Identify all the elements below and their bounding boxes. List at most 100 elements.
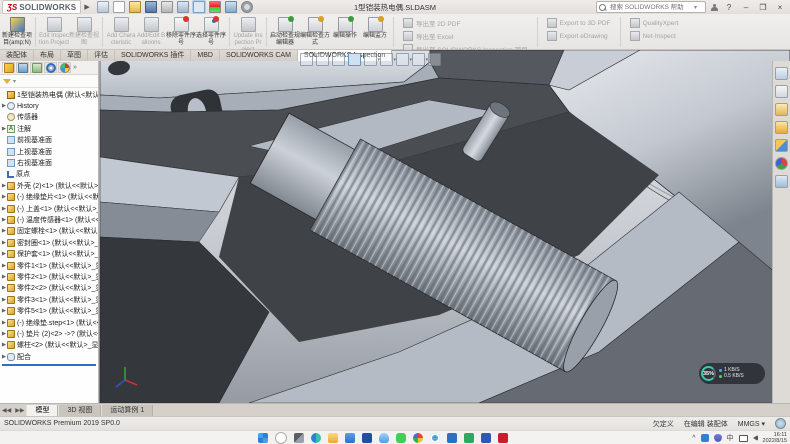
tree-item[interactable]: ▶外壳 (2)<1> (默认<<默认>_显示状 (0, 180, 98, 191)
tree-root[interactable]: 1型铠装热电偶 (默认<默认_显示状态-1 (0, 89, 98, 100)
tree-item[interactable]: 右视基准面 (0, 157, 98, 168)
solidworks-taskbar-icon[interactable] (498, 433, 508, 443)
zoom-fit-icon[interactable] (300, 53, 313, 66)
tree-item-mates[interactable]: ▶配合 (0, 351, 98, 362)
tree-item[interactable]: 传感器 (0, 112, 98, 123)
tree-item[interactable]: ▶密封圈<1> (默认<<默认>_显示状 (0, 237, 98, 248)
edit-appearance-icon[interactable]: ▾ (412, 53, 425, 66)
home-tab-icon[interactable] (775, 67, 788, 80)
help-button[interactable]: ? (723, 3, 735, 12)
menu-flyout-arrow-icon[interactable]: ▶ (84, 3, 89, 11)
launch-inspection-editor-button[interactable]: 启动检查规编辑器 (270, 15, 300, 49)
search-box[interactable]: ▾ (596, 1, 706, 13)
display-style-icon[interactable]: ▾ (380, 53, 393, 66)
edit-monitor-button[interactable]: 编辑监方 (360, 15, 390, 49)
solidworks-resources-icon[interactable] (775, 85, 788, 98)
close-button[interactable]: × (774, 3, 786, 12)
hide-show-items-icon[interactable]: ▾ (396, 53, 409, 66)
units-selector[interactable]: MMGS ▾ (738, 420, 765, 428)
word-icon[interactable] (481, 433, 491, 443)
tree-item[interactable]: ▶螺柱<2> (默认<<默认>_显示状态 (0, 340, 98, 351)
docs-app-icon[interactable] (447, 433, 457, 443)
tab-solidworks-cam[interactable]: SOLIDWORKS CAM (220, 50, 298, 61)
tree-item[interactable]: ▶固定螺栓<1> (默认<<默认>_显示 (0, 226, 98, 237)
view-orientation-icon[interactable]: ▾ (364, 53, 377, 66)
tree-item[interactable]: ▶(-) 垫片 (2)<2> ->? (默认<<默认> (0, 328, 98, 339)
section-view-icon[interactable] (348, 53, 361, 66)
tree-filter-row[interactable]: ▾ (0, 75, 98, 88)
chrome-icon[interactable] (430, 433, 440, 443)
tree-item[interactable]: ▶History (0, 100, 98, 111)
tree-item[interactable]: ▶零件1<1> (默认<<默认>_显示状态 (0, 260, 98, 271)
custom-properties-icon[interactable] (775, 175, 788, 188)
tab-evaluate[interactable]: 评估 (88, 50, 115, 61)
tree-item[interactable]: 原点 (0, 169, 98, 180)
tree-item[interactable]: ▶零件2<1> (默认<<默认>_显示状态 (0, 271, 98, 282)
tree-item[interactable]: ▶(-) 上盖<1> (默认<<默认>_显示状 (0, 203, 98, 214)
file-properties-icon[interactable] (225, 1, 237, 13)
tree-item[interactable]: ▶A注解 (0, 123, 98, 134)
rebuild-icon[interactable] (209, 1, 221, 13)
tab-propertymanager[interactable] (16, 62, 29, 73)
ime-indicator[interactable]: 中 (727, 433, 734, 443)
tab-assembly[interactable]: 装配体 (0, 50, 34, 61)
volume-icon[interactable] (753, 435, 758, 441)
overlay-status-badge[interactable]: 35% 1 KB/S 0.5 KB/S (699, 363, 765, 384)
start-icon[interactable] (258, 433, 268, 443)
file-explorer-icon[interactable] (775, 121, 788, 134)
status-globe-icon[interactable] (775, 418, 786, 429)
edge-icon[interactable] (311, 433, 321, 443)
edit-operation-button[interactable]: 编辑操作 (330, 15, 360, 49)
store-icon[interactable] (362, 433, 372, 443)
taskbar-clock[interactable]: 16:11 2022/8/15 (763, 432, 787, 444)
view-settings-icon[interactable]: ▾ (428, 53, 441, 66)
security-shield-icon[interactable] (714, 434, 722, 442)
tab-layout[interactable]: 布局 (34, 50, 61, 61)
tree-item[interactable]: 上视基准面 (0, 146, 98, 157)
task-view-icon[interactable] (294, 433, 304, 443)
filter-dropdown-icon[interactable]: ▾ (13, 78, 16, 85)
previous-view-icon[interactable] (332, 53, 345, 66)
appearances-icon[interactable] (775, 157, 788, 170)
mail-icon[interactable] (345, 433, 355, 443)
monitor-icon[interactable] (739, 435, 748, 442)
tree-item[interactable]: ▶零件5<1> (默认<<默认>_显示状态 (0, 305, 98, 316)
save-icon[interactable] (145, 1, 157, 13)
restore-button[interactable]: ❐ (757, 3, 769, 12)
onedrive-tray-icon[interactable] (701, 434, 709, 442)
search-input[interactable] (608, 3, 692, 12)
tab-sketch[interactable]: 草图 (61, 50, 88, 61)
undo-icon[interactable] (177, 1, 189, 13)
zoom-area-icon[interactable] (316, 53, 329, 66)
tree-item[interactable]: ▶保护套<1> (默认<<默认>_显示状 (0, 248, 98, 259)
search-dropdown-icon[interactable]: ▾ (694, 4, 697, 11)
new-document-icon[interactable] (113, 1, 125, 13)
tab-displaymanager[interactable] (58, 62, 71, 73)
notes-app-icon[interactable] (464, 433, 474, 443)
taskbar-search-icon[interactable] (275, 432, 287, 444)
select-icon[interactable] (193, 1, 205, 13)
options-icon[interactable] (241, 1, 253, 13)
tab-configurationmanager[interactable] (30, 62, 43, 73)
open-icon[interactable] (129, 1, 141, 13)
more-tabs-icon[interactable]: » (73, 64, 77, 71)
tree-item[interactable]: ▶(-) 绝缘垫.step<1> (默认<<默认> (0, 317, 98, 328)
wechat-icon[interactable] (396, 433, 406, 443)
tab-featuremanager[interactable] (2, 62, 15, 73)
hidden-icons-chevron[interactable]: ^ (692, 435, 695, 442)
photos-icon[interactable] (413, 433, 423, 443)
tab-mbd[interactable]: MBD (191, 50, 220, 61)
login-icon[interactable] (711, 4, 718, 11)
rollback-bar[interactable] (2, 364, 96, 366)
tab-addins[interactable]: SOLIDWORKS 插件 (115, 50, 191, 61)
home-icon[interactable] (97, 1, 109, 13)
tree-item[interactable]: ▶(-) 温度传感器<1> (默认<<默认>_ (0, 214, 98, 225)
tree-item[interactable]: ▶零件3<1> (默认<<默认>_显示状态 (0, 294, 98, 305)
remove-balloons-button[interactable]: 移除零件序号 (166, 15, 196, 49)
graphics-viewport[interactable]: ▾ ▾ ▾ ▾ ▾ 35% 1 KB/S 0.5 KB/S (99, 50, 790, 403)
edit-inspection-method-button[interactable]: 编辑检查方式 (300, 15, 330, 49)
print-icon[interactable] (161, 1, 173, 13)
tab-dimxpertmanager[interactable] (44, 62, 57, 73)
tree-item[interactable]: 前视基准面 (0, 135, 98, 146)
tree-item[interactable]: ▶(-) 绝缘垫片<1> (默认<<默认>_显 (0, 192, 98, 203)
